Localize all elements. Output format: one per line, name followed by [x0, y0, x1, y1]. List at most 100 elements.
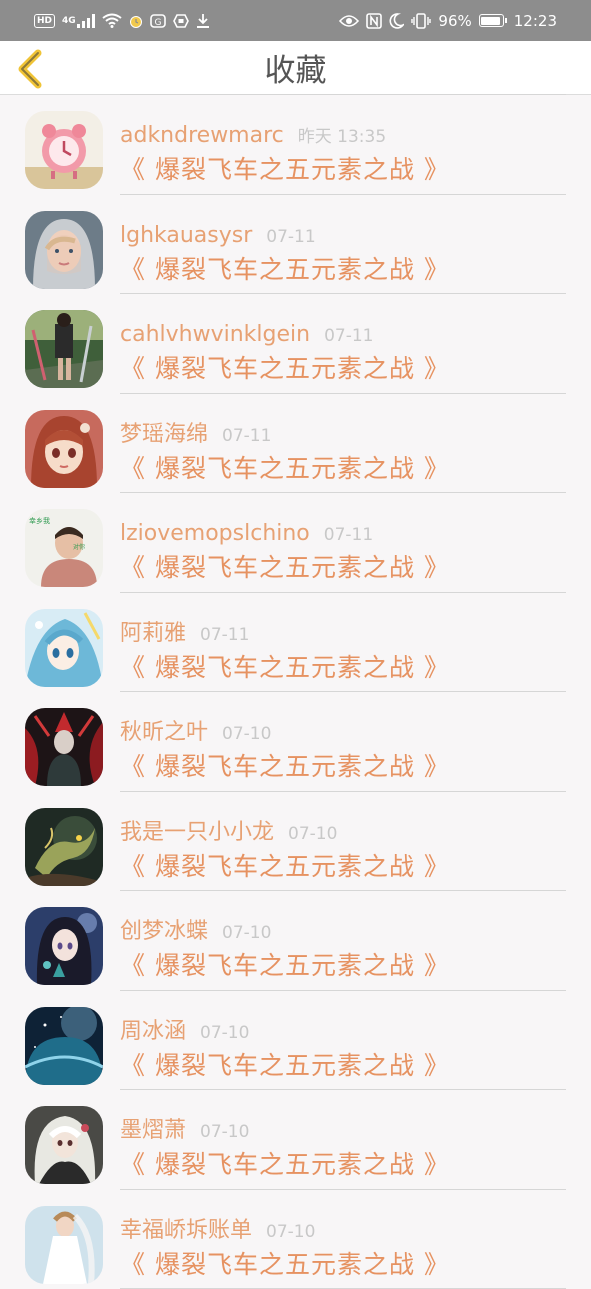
username[interactable]: 创梦冰蝶: [120, 919, 208, 944]
username[interactable]: 墨熠萧: [120, 1118, 186, 1143]
favorite-row[interactable]: 我是一只小小龙 07-10 《 爆裂飞车之五元素之战 》: [0, 792, 591, 892]
book-title[interactable]: 《 爆裂飞车之五元素之战 》: [120, 1248, 450, 1282]
favorite-row[interactable]: 创梦冰蝶 07-10 《 爆裂飞车之五元素之战 》: [0, 891, 591, 991]
favorite-row[interactable]: 秋昕之叶 07-10 《 爆裂飞车之五元素之战 》: [0, 692, 591, 792]
favorite-meta: cahlvhwvinklgein07-11: [120, 321, 373, 350]
favorite-text: 创梦冰蝶 07-10 《 爆裂飞车之五元素之战 》: [120, 891, 566, 991]
planet-avatar: [25, 1007, 103, 1085]
book-title[interactable]: 《 爆裂飞车之五元素之战 》: [120, 1049, 450, 1083]
white-hair-avatar: [25, 1106, 103, 1184]
anime-blue-avatar: [25, 609, 103, 687]
username[interactable]: lziovemopslchino: [120, 521, 310, 546]
favorite-meta: lghkauasysr 07-11: [120, 222, 316, 251]
app-header: 收藏: [0, 41, 591, 95]
username[interactable]: 梦瑶海绵: [120, 422, 208, 447]
favorite-meta: 幸福峤坼账单 07-10: [120, 1217, 315, 1246]
favorite-text: 秋昕之叶 07-10 《 爆裂飞车之五元素之战 》: [120, 692, 566, 792]
favorite-meta: 周冰涵 07-10: [120, 1018, 249, 1047]
street-person-avatar: [25, 310, 103, 388]
user-avatar[interactable]: [25, 1007, 103, 1085]
shield-notification-icon: [173, 13, 189, 29]
favorite-meta: lziovemopslchino 07-11: [120, 520, 373, 549]
favorite-row[interactable]: 周冰涵 07-10 《 爆裂飞车之五元素之战 》: [0, 991, 591, 1091]
username[interactable]: 秋昕之叶: [120, 720, 208, 745]
username[interactable]: cahlvhwvinklgein: [120, 322, 310, 347]
favorite-text: 周冰涵 07-10 《 爆裂飞车之五元素之战 》: [120, 991, 566, 1091]
svg-text:G: G: [154, 18, 161, 28]
favorite-row[interactable]: adkndrewmarc 昨天 13:35 《 爆裂飞车之五元素之战 》: [0, 95, 591, 195]
user-avatar[interactable]: [25, 410, 103, 488]
user-avatar[interactable]: [25, 609, 103, 687]
anime-girl-red-avatar: [25, 410, 103, 488]
favorite-time: 07-11: [324, 525, 373, 545]
dragon-avatar: [25, 808, 103, 886]
book-title[interactable]: 《 爆裂飞车之五元素之战 》: [120, 452, 450, 486]
favorite-text: adkndrewmarc 昨天 13:35 《 爆裂飞车之五元素之战 》: [120, 94, 566, 195]
user-avatar[interactable]: 幸乡我对你: [25, 509, 103, 587]
favorite-time: 07-10: [200, 1023, 249, 1043]
user-avatar[interactable]: [25, 1206, 103, 1284]
favorite-row[interactable]: 阿莉雅 07-11 《 爆裂飞车之五元素之战 》: [0, 593, 591, 693]
username[interactable]: lghkauasysr: [120, 223, 252, 248]
favorite-meta: 梦瑶海绵 07-11: [120, 421, 271, 450]
user-avatar[interactable]: [25, 808, 103, 886]
favorite-text: 我是一只小小龙 07-10 《 爆裂飞车之五元素之战 》: [120, 792, 566, 892]
battery-percent: 96%: [438, 12, 471, 30]
svg-text:幸乡我: 幸乡我: [29, 516, 50, 525]
book-title[interactable]: 《 爆裂飞车之五元素之战 》: [120, 850, 450, 884]
favorite-time: 07-10: [222, 923, 271, 943]
username[interactable]: 我是一只小小龙: [120, 820, 274, 845]
favorite-text: lziovemopslchino 07-11 《 爆裂飞车之五元素之战 》: [120, 493, 566, 593]
favorite-row[interactable]: 幸福峤坼账单 07-10 《 爆裂飞车之五元素之战 》: [0, 1190, 591, 1289]
user-avatar[interactable]: [25, 907, 103, 985]
hooded-girl-avatar: [25, 211, 103, 289]
user-avatar[interactable]: [25, 1106, 103, 1184]
favorite-meta: 我是一只小小龙 07-10: [120, 819, 337, 848]
user-avatar[interactable]: [25, 708, 103, 786]
favorite-row[interactable]: 梦瑶海绵 07-11 《 爆裂飞车之五元素之战 》: [0, 394, 591, 494]
favorite-time: 07-11: [200, 625, 249, 645]
book-title[interactable]: 《 爆裂飞车之五元素之战 》: [120, 750, 450, 784]
alarm-icon: [129, 13, 143, 29]
username[interactable]: 周冰涵: [120, 1019, 186, 1044]
username[interactable]: adkndrewmarc: [120, 123, 284, 148]
hd-icon: HD: [34, 14, 55, 28]
favorite-row[interactable]: cahlvhwvinklgein07-11 《 爆裂飞车之五元素之战 》: [0, 294, 591, 394]
favorite-row[interactable]: 墨熠萧07-10 《 爆裂飞车之五元素之战 》: [0, 1090, 591, 1190]
user-avatar[interactable]: [25, 111, 103, 189]
user-avatar[interactable]: [25, 310, 103, 388]
favorite-meta: adkndrewmarc 昨天 13:35: [120, 122, 386, 151]
username[interactable]: 阿莉雅: [120, 621, 186, 646]
nfc-icon: [366, 13, 382, 29]
network-type-label: 4G: [62, 16, 76, 26]
favorite-text: 阿莉雅 07-11 《 爆裂飞车之五元素之战 》: [120, 593, 566, 693]
battery-icon: [479, 14, 507, 27]
favorite-text: 梦瑶海绵 07-11 《 爆裂飞车之五元素之战 》: [120, 394, 566, 494]
status-right-icons: 96% 12:23: [339, 12, 557, 30]
favorite-row[interactable]: 幸乡我对你 lziovemopslchino 07-11 《 爆裂飞车之五元素之战…: [0, 493, 591, 593]
favorite-time: 07-11: [222, 426, 271, 446]
svg-text:对你: 对你: [73, 543, 85, 551]
favorite-time: 07-11: [266, 227, 315, 247]
boy-portrait-avatar: 幸乡我对你: [25, 509, 103, 587]
username[interactable]: 幸福峤坼账单: [120, 1218, 252, 1243]
status-left-icons: HD 4G G: [34, 13, 210, 29]
moon-icon: [389, 13, 404, 29]
favorite-time: 昨天 13:35: [298, 127, 386, 147]
favorite-text: lghkauasysr 07-11 《 爆裂飞车之五元素之战 》: [120, 195, 566, 295]
favorite-time: 07-10: [266, 1222, 315, 1242]
dark-warrior-avatar: [25, 708, 103, 786]
book-title[interactable]: 《 爆裂飞车之五元素之战 》: [120, 153, 450, 187]
book-title[interactable]: 《 爆裂飞车之五元素之战 》: [120, 949, 450, 983]
book-title[interactable]: 《 爆裂飞车之五元素之战 》: [120, 651, 450, 685]
user-avatar[interactable]: [25, 211, 103, 289]
book-title[interactable]: 《 爆裂飞车之五元素之战 》: [120, 551, 450, 585]
favorite-time: 07-10: [288, 824, 337, 844]
favorite-row[interactable]: lghkauasysr 07-11 《 爆裂飞车之五元素之战 》: [0, 195, 591, 295]
4g-signal-icon: 4G: [62, 14, 95, 28]
favorite-meta: 秋昕之叶 07-10: [120, 719, 271, 748]
book-title[interactable]: 《 爆裂飞车之五元素之战 》: [120, 253, 450, 287]
book-title[interactable]: 《 爆裂飞车之五元素之战 》: [120, 352, 450, 386]
favorite-time: 07-10: [222, 724, 271, 744]
book-title[interactable]: 《 爆裂飞车之五元素之战 》: [120, 1148, 450, 1182]
